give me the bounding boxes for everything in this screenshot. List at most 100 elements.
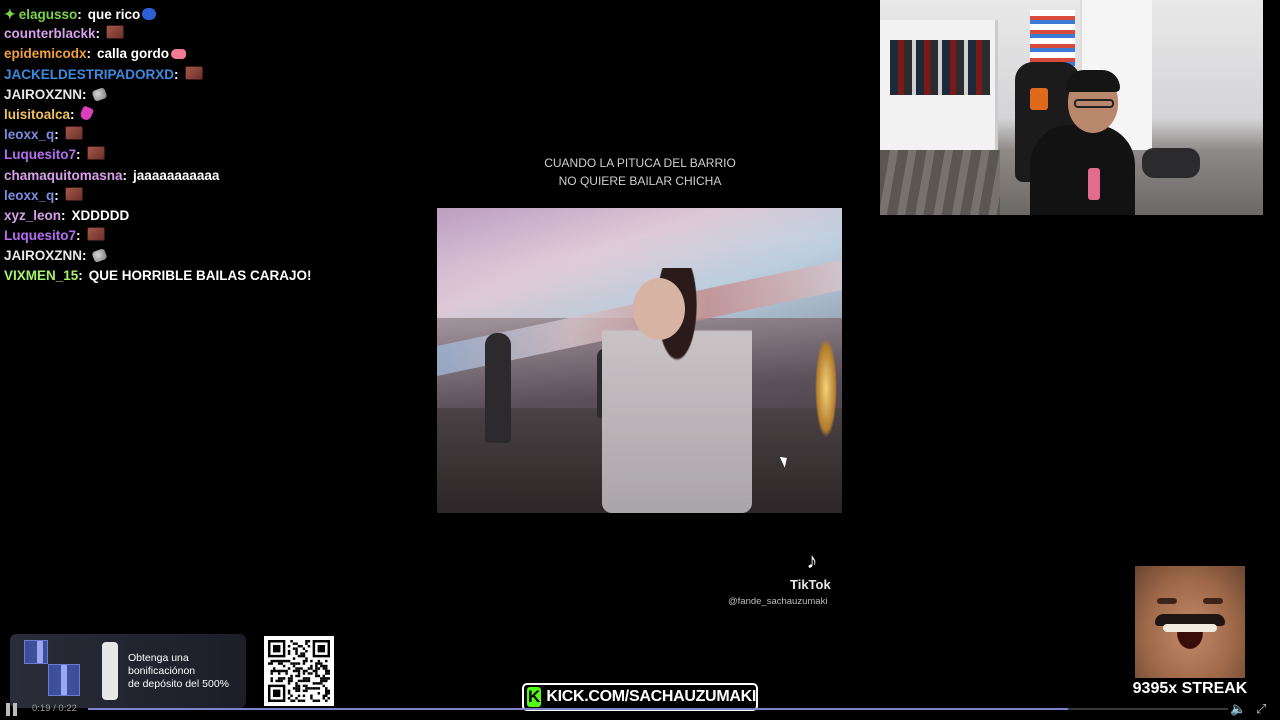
emote-icon <box>78 105 94 122</box>
webcam-clothes <box>890 40 990 95</box>
webcam-microphone <box>1142 148 1200 178</box>
chat-separator: : <box>61 207 66 223</box>
chat-message: chamaquitomasna: jaaaaaaaaaaa <box>4 166 434 186</box>
emote-icon <box>184 65 203 80</box>
emote-icon <box>91 248 108 264</box>
progress-fill <box>88 708 1069 710</box>
chat-separator: : <box>82 86 87 102</box>
chat-username[interactable]: luisitoalca <box>4 107 70 122</box>
star-icon: ✦ <box>4 6 16 22</box>
streak-face-eye <box>1157 598 1177 604</box>
streak-face-teeth <box>1163 624 1217 632</box>
promo-banner[interactable]: Obtenga una bonificaciónon de depósito d… <box>10 634 246 708</box>
pause-icon <box>6 703 10 716</box>
chat-username[interactable]: Luquesito7 <box>4 147 76 162</box>
chat-separator: : <box>82 248 87 264</box>
chat-message: JAIROXZNN: <box>4 85 434 105</box>
chat-separator: : <box>76 147 81 163</box>
chat-message: Luquesito7: <box>4 226 434 246</box>
chat-separator: : <box>86 46 92 62</box>
pause-button[interactable] <box>6 703 18 716</box>
chat-username[interactable]: counterblackk <box>4 26 96 41</box>
chat-overlay: ✦ elagusso: que rico counterblackk: epidemic… <box>4 4 434 287</box>
chat-message: leoxx_q: <box>4 186 434 206</box>
chat-message: leoxx_q: <box>4 125 434 145</box>
chat-separator: : <box>76 228 81 244</box>
chat-text: que rico <box>87 7 141 22</box>
video-caption: CUANDO LA PITUCA DEL BARRIO NO QUIERE BA… <box>440 154 840 190</box>
gift-icon <box>48 664 80 696</box>
promo-line-2: bonificaciónon <box>128 665 196 677</box>
chat-message: counterblackk: <box>4 24 434 44</box>
chat-text: QUE HORRIBLE BAILAS CARAJO! <box>88 268 312 284</box>
webcam-feed <box>880 0 1263 215</box>
chat-message: epidemicodx: calla gordo <box>4 44 434 64</box>
promo-line-1: Obtenga una <box>128 652 189 664</box>
phone-icon <box>102 642 118 700</box>
video-background-person <box>485 333 511 443</box>
tiktok-label: TikTok <box>790 577 831 592</box>
caption-line-2: NO QUIERE BAILAR CHICHA <box>558 174 722 188</box>
webcam-streamer-body <box>1030 125 1135 215</box>
emote-icon <box>86 146 105 161</box>
tiktok-handle: @fande_sachauzumaki <box>728 596 828 607</box>
chat-separator: : <box>174 66 179 82</box>
chat-message: Luquesito7: <box>4 145 434 165</box>
chat-message: xyz_leon: XDDDDD <box>4 206 434 226</box>
chat-username[interactable]: elagusso <box>19 7 78 22</box>
chat-separator: : <box>78 268 83 284</box>
chat-text: calla gordo <box>97 46 170 62</box>
video-dancer-face <box>633 278 685 340</box>
chat-message: JAIROXZNN: <box>4 246 434 266</box>
webcam-floor <box>880 150 1000 215</box>
chat-username[interactable]: leoxx_q <box>4 188 54 203</box>
emote-icon <box>171 49 187 60</box>
promo-text: Obtenga una bonificaciónon de depósito d… <box>128 652 243 691</box>
webcam-streamer-hair <box>1066 70 1120 92</box>
video-light <box>815 338 837 438</box>
playback-time: 0:19 / 0:22 <box>32 703 77 714</box>
chat-text: jaaaaaaaaaaa <box>133 167 220 183</box>
chat-username[interactable]: JACKELDESTRIPADORXD <box>4 67 174 82</box>
caption-line-1: CUANDO LA PITUCA DEL BARRIO <box>544 156 736 170</box>
webcam-drink-can <box>1088 168 1100 200</box>
chat-separator: : <box>54 127 59 143</box>
webcam-streamer-glasses <box>1074 99 1114 108</box>
webcam-chair-accent <box>1030 88 1048 110</box>
chat-username[interactable]: JAIROXZNN <box>4 87 82 102</box>
chat-separator: : <box>54 187 59 203</box>
emote-icon <box>64 126 83 141</box>
promo-line-3: de depósito del 500% <box>128 678 229 690</box>
streak-face-eye <box>1203 598 1223 604</box>
chat-message: VIXMEN_15: QUE HORRIBLE BAILAS CARAJO! <box>4 266 434 286</box>
chat-username[interactable]: VIXMEN_15 <box>4 268 78 283</box>
tiktok-logo-icon: ♪ <box>806 548 818 573</box>
emote-icon <box>142 8 157 20</box>
chat-separator: : <box>95 26 101 42</box>
gift-icon <box>24 640 48 664</box>
chat-separator: : <box>77 7 82 22</box>
chat-username[interactable]: chamaquitomasna <box>4 168 123 183</box>
chat-username[interactable]: xyz_leon <box>4 208 61 223</box>
chat-username[interactable]: JAIROXZNN <box>4 248 82 263</box>
video-frame[interactable] <box>437 208 842 513</box>
qr-code[interactable] <box>264 636 334 706</box>
player-controls: 0:19 / 0:22 🔈 ⤢ <box>0 700 1280 720</box>
chat-username[interactable]: epidemicodx <box>4 46 87 61</box>
chat-username[interactable]: leoxx_q <box>4 127 54 142</box>
fullscreen-icon[interactable]: ⤢ <box>1256 701 1272 717</box>
volume-icon[interactable]: 🔈 <box>1230 701 1246 717</box>
chat-message: ✦ elagusso: que rico <box>4 4 434 24</box>
streak-label: 9395x STREAK <box>1132 680 1248 697</box>
progress-bar[interactable] <box>88 708 1228 710</box>
emote-icon <box>106 25 125 40</box>
chat-separator: : <box>70 106 75 122</box>
pause-icon <box>13 703 17 716</box>
emote-icon <box>91 86 108 102</box>
emote-icon <box>86 227 105 242</box>
chat-separator: : <box>122 167 128 183</box>
chat-message: luisitoalca: <box>4 105 434 125</box>
chat-text: XDDDDD <box>71 207 130 223</box>
emote-icon <box>64 186 83 201</box>
chat-username[interactable]: Luquesito7 <box>4 228 76 243</box>
